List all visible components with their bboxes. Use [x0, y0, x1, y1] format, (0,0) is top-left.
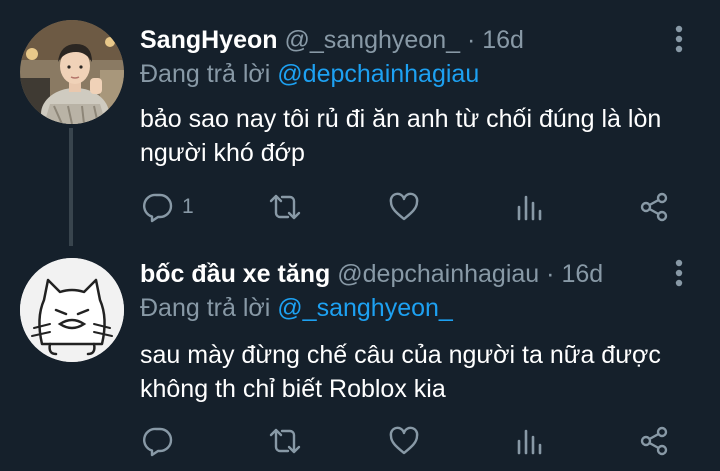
stats-icon — [517, 429, 542, 455]
tweet[interactable]: SangHyeon @_sanghyeon_ · 16d Đang trả lờ… — [0, 0, 720, 246]
heart-icon — [389, 192, 419, 221]
retweet-button[interactable] — [268, 423, 302, 459]
tweet-header: SangHyeon @_sanghyeon_ · 16d — [140, 26, 524, 60]
tweet-actions — [140, 423, 700, 459]
stats-button[interactable] — [515, 423, 543, 459]
share-icon — [640, 192, 668, 222]
replying-to-label: Đang trả lời — [140, 60, 271, 88]
share-icon — [640, 426, 668, 456]
display-name[interactable]: SangHyeon — [140, 26, 278, 54]
timestamp[interactable]: 16d — [482, 26, 524, 54]
share-button[interactable] — [638, 189, 670, 225]
more-vertical-icon — [675, 259, 683, 287]
like-button[interactable] — [388, 423, 420, 459]
separator: · — [466, 26, 476, 54]
more-vertical-icon — [675, 25, 683, 53]
user-handle[interactable]: @depchainhagiau — [337, 260, 539, 288]
stats-button[interactable] — [515, 189, 543, 225]
share-button[interactable] — [638, 423, 670, 459]
retweet-icon — [269, 428, 301, 454]
replying-to-label: Đang trả lời — [140, 294, 271, 322]
tweet-actions: 1 — [140, 189, 700, 225]
reply-count: 1 — [182, 195, 194, 218]
replying-to-link[interactable]: @depchainhagiau — [277, 60, 479, 88]
timestamp[interactable]: 16d — [561, 260, 603, 288]
profile-photo — [20, 20, 124, 124]
replying-to: Đang trả lời @depchainhagiau — [140, 60, 479, 89]
separator: · — [546, 260, 555, 288]
retweet-icon — [269, 194, 301, 220]
reply-button[interactable]: 1 — [142, 189, 194, 225]
replying-to: Đang trả lời @_sanghyeon_ — [140, 294, 453, 323]
reply-button[interactable] — [142, 423, 182, 459]
tweet-text: bảo sao nay tôi rủ đi ăn anh từ chối đún… — [140, 105, 662, 167]
display-name[interactable]: bốc đầu xe tăng — [140, 260, 330, 288]
tweet[interactable]: bốc đầu xe tăng @depchainhagiau · 16d Đa… — [0, 240, 720, 471]
thread-line — [69, 128, 73, 246]
avatar[interactable] — [20, 20, 124, 124]
cartoon-cat-avatar — [20, 258, 124, 362]
stats-icon — [517, 195, 542, 221]
replying-to-link[interactable]: @_sanghyeon_ — [277, 294, 453, 322]
reply-icon — [143, 427, 173, 457]
user-handle[interactable]: @_sanghyeon_ — [284, 26, 460, 54]
more-options-button[interactable] — [664, 24, 694, 54]
heart-icon — [389, 426, 419, 455]
avatar[interactable] — [20, 258, 124, 362]
retweet-button[interactable] — [268, 189, 302, 225]
reply-icon — [143, 193, 173, 223]
tweet-header: bốc đầu xe tăng @depchainhagiau · 16d — [140, 260, 603, 294]
like-button[interactable] — [388, 189, 420, 225]
more-options-button[interactable] — [664, 258, 694, 288]
tweet-text: sau mày đừng chế câu của người ta nữa đư… — [140, 341, 661, 403]
